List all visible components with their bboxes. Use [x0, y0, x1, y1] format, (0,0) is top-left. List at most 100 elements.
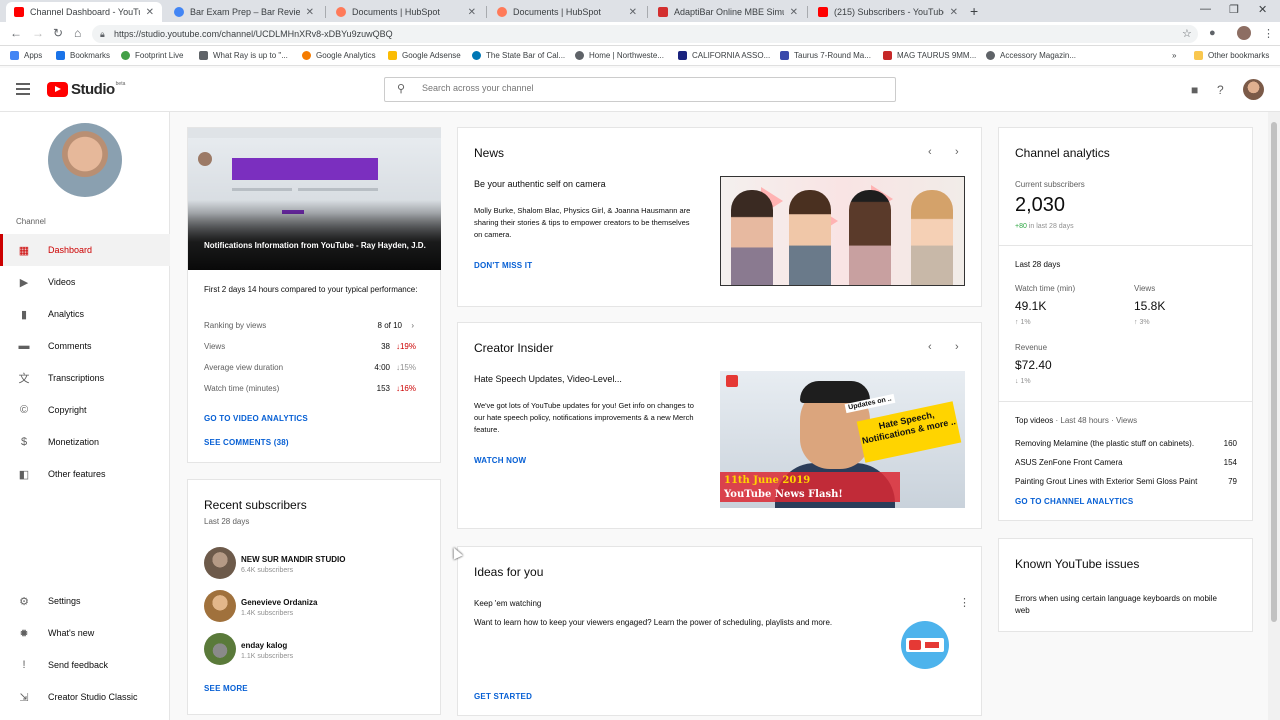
close-tab-icon[interactable]: ✕: [790, 7, 798, 18]
see-more-link[interactable]: SEE MORE: [204, 684, 248, 693]
browser-menu-icon[interactable]: ⋮: [1263, 27, 1274, 40]
ideas-subtitle: Keep 'em watching: [474, 599, 542, 608]
create-video-icon[interactable]: ■: [1191, 83, 1198, 97]
browser-tab[interactable]: Documents | HubSpot ✕: [328, 2, 484, 22]
ranking-row: Ranking by views 8 of 10 ›: [204, 321, 414, 330]
bookmark-item[interactable]: Footprint Live: [121, 51, 183, 60]
subscriber-avatar[interactable]: [204, 547, 236, 579]
sidebar-item-transcriptions[interactable]: 文 Transcriptions: [0, 362, 170, 394]
classic-icon: ⇲: [19, 691, 29, 704]
other-bookmarks[interactable]: Other bookmarks: [1194, 51, 1269, 60]
subscriber-row[interactable]: enday kalog 1.1K subscribers: [204, 633, 434, 667]
close-tab-icon[interactable]: ✕: [629, 7, 637, 18]
browser-tab[interactable]: (215) Subscribers - YouTube ✕: [810, 2, 966, 22]
see-comments-link[interactable]: SEE COMMENTS (38): [204, 438, 289, 447]
subscriber-row[interactable]: Genevieve Ordaniza 1.4K subscribers: [204, 590, 434, 624]
bookmark-item[interactable]: MAG TAURUS 9MM...: [883, 51, 976, 60]
scrollbar-thumb[interactable]: [1271, 122, 1277, 622]
bookmark-item[interactable]: Apps: [10, 51, 42, 60]
bookmark-star-icon[interactable]: ☆: [1182, 27, 1192, 40]
bookmark-item[interactable]: Taurus 7-Round Ma...: [780, 51, 871, 60]
sidebar-item-other-features[interactable]: ◧ Other features: [0, 458, 170, 490]
page-scrollbar[interactable]: [1268, 112, 1280, 720]
chevron-right-icon[interactable]: ›: [955, 146, 959, 158]
back-icon[interactable]: ←: [10, 26, 22, 40]
url-field[interactable]: 🔒︎ https://studio.youtube.com/channel/UC…: [92, 25, 1198, 43]
channel-avatar[interactable]: [48, 123, 122, 197]
copyright-icon: ©: [19, 404, 29, 416]
performance-intro: First 2 days 14 hours compared to your t…: [204, 285, 418, 294]
sidebar-item-monetization[interactable]: $ Monetization: [0, 426, 170, 458]
chevron-left-icon[interactable]: ‹: [928, 341, 932, 353]
forward-icon[interactable]: →: [32, 26, 44, 40]
go-to-video-analytics-link[interactable]: GO TO VIDEO ANALYTICS: [204, 414, 308, 423]
known-issue-item[interactable]: Errors when using certain language keybo…: [1015, 593, 1225, 617]
reload-icon[interactable]: ↻: [53, 26, 63, 40]
top-video-row[interactable]: Painting Grout Lines with Exterior Semi …: [1015, 477, 1237, 486]
browser-tab[interactable]: AdaptiBar Online MBE Simulator ✕: [650, 2, 806, 22]
top-video-row[interactable]: ASUS ZenFone Front Camera 154: [1015, 458, 1237, 467]
subscriber-row[interactable]: NEW SUR MANDIR STUDIO 6.4K subscribers: [204, 547, 434, 581]
chevron-right-icon[interactable]: ›: [955, 341, 959, 353]
adsense-icon: [388, 51, 397, 60]
creator-insider-body: We've got lots of YouTube updates for yo…: [474, 401, 694, 434]
browser-profile-avatar[interactable]: [1237, 26, 1251, 40]
minimize-icon[interactable]: —: [1200, 3, 1211, 15]
close-tab-icon[interactable]: ✕: [468, 7, 476, 18]
bookmark-item[interactable]: Accessory Magazin...: [986, 51, 1076, 60]
search-input[interactable]: [422, 83, 872, 93]
sidebar-item-send-feedback[interactable]: ! Send feedback: [0, 649, 170, 681]
recent-subscribers-card: Recent subscribers Last 28 days NEW SUR …: [187, 479, 441, 715]
sidebar-item-creator-studio-classic[interactable]: ⇲ Creator Studio Classic: [0, 681, 170, 713]
top-video-row[interactable]: Removing Melamine (the plastic stuff on …: [1015, 439, 1237, 448]
maximize-icon[interactable]: ❐: [1229, 3, 1239, 16]
browser-tab[interactable]: Bar Exam Prep – Bar Review Course ✕: [166, 2, 322, 22]
bookmark-favicon-icon: [678, 51, 687, 60]
subscriber-avatar[interactable]: [204, 633, 236, 665]
close-tab-icon[interactable]: ✕: [950, 7, 958, 18]
bookmark-item[interactable]: What Ray is up to "...: [199, 51, 288, 60]
sidebar-item-whats-new[interactable]: ✹ What's new: [0, 617, 170, 649]
subscriber-avatar[interactable]: [204, 590, 236, 622]
get-started-link[interactable]: GET STARTED: [474, 692, 532, 701]
bookmark-item[interactable]: Bookmarks: [56, 51, 110, 60]
studio-logo[interactable]: Studio beta: [47, 81, 125, 98]
video-thumbnail[interactable]: Notifications Information from YouTube -…: [188, 128, 441, 270]
account-avatar[interactable]: [1243, 79, 1264, 100]
bookmark-item[interactable]: Google Analytics: [302, 51, 376, 60]
home-icon[interactable]: ⌂: [74, 26, 81, 40]
help-icon[interactable]: ?: [1217, 83, 1224, 97]
news-thumbnail[interactable]: [720, 176, 965, 286]
go-to-channel-analytics-link[interactable]: GO TO CHANNEL ANALYTICS: [1015, 497, 1133, 506]
browser-tab[interactable]: Documents | HubSpot ✕: [489, 2, 645, 22]
bookmarks-overflow-icon[interactable]: »: [1172, 51, 1176, 60]
close-tab-icon[interactable]: ✕: [146, 7, 154, 18]
creator-insider-logo-icon: [726, 375, 738, 387]
browser-tab[interactable]: Channel Dashboard - YouTube Studio ✕: [6, 2, 162, 22]
bookmark-item[interactable]: The State Bar of Cal...: [472, 51, 565, 60]
bookmark-item[interactable]: Home | Northweste...: [575, 51, 664, 60]
card-title: Recent subscribers: [204, 498, 307, 512]
sidebar-item-settings[interactable]: ⚙ Settings: [0, 585, 170, 617]
extension-icon[interactable]: ●: [1209, 27, 1216, 39]
sidebar-item-analytics[interactable]: ▮ Analytics: [0, 298, 170, 330]
search-box[interactable]: ⚲: [384, 77, 896, 102]
sidebar-item-copyright[interactable]: © Copyright: [0, 394, 170, 426]
sidebar-item-videos[interactable]: ▶ Videos: [0, 266, 170, 298]
bookmark-item[interactable]: Google Adsense: [388, 51, 461, 60]
dont-miss-it-link[interactable]: DON'T MISS IT: [474, 261, 532, 270]
new-tab-icon[interactable]: +: [970, 3, 978, 19]
bookmark-item[interactable]: CALIFORNIA ASSO...: [678, 51, 770, 60]
close-window-icon[interactable]: ✕: [1258, 3, 1267, 16]
chevron-right-icon[interactable]: ›: [411, 321, 414, 330]
creator-insider-thumbnail[interactable]: Updates on .. Hate Speech, Notifications…: [720, 371, 965, 508]
more-options-icon[interactable]: ⋮: [959, 596, 970, 609]
close-tab-icon[interactable]: ✕: [306, 7, 314, 18]
watch-now-link[interactable]: WATCH NOW: [474, 456, 526, 465]
sidebar-item-dashboard[interactable]: ▦ Dashboard: [0, 234, 170, 266]
views-value: 15.8K: [1134, 299, 1166, 313]
chevron-left-icon[interactable]: ‹: [928, 146, 932, 158]
folder-icon: [1194, 51, 1203, 60]
sidebar-item-comments[interactable]: ▬ Comments: [0, 330, 170, 362]
menu-icon[interactable]: [16, 83, 30, 95]
